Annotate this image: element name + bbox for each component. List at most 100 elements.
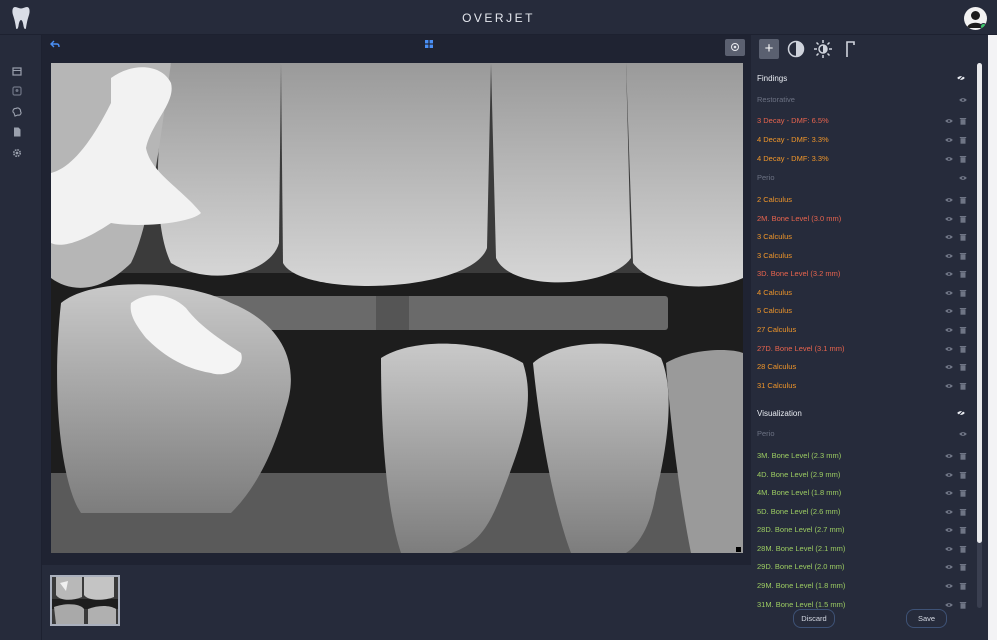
eye-icon[interactable] xyxy=(945,471,953,479)
app-title: OVERJET xyxy=(462,11,535,25)
eye-icon[interactable] xyxy=(945,345,953,353)
trash-icon[interactable] xyxy=(959,545,967,553)
eye-icon[interactable] xyxy=(945,508,953,516)
eye-icon[interactable] xyxy=(945,526,953,534)
trash-icon[interactable] xyxy=(959,270,967,278)
finding-row[interactable]: 4M. Bone Level (1.8 mm) xyxy=(757,488,967,500)
target-button[interactable] xyxy=(725,39,745,56)
finding-row[interactable]: 4 Calculus xyxy=(757,288,967,300)
finding-label: 29M. Bone Level (1.8 mm) xyxy=(757,581,846,590)
finding-row[interactable]: 28 Calculus xyxy=(757,362,967,374)
trash-icon[interactable] xyxy=(959,307,967,315)
findings-section-header: Findings xyxy=(757,74,965,83)
eye-icon[interactable] xyxy=(945,215,953,223)
finding-row[interactable]: 5 Calculus xyxy=(757,306,967,318)
eye-icon[interactable] xyxy=(945,289,953,297)
save-button[interactable]: Save xyxy=(906,609,947,628)
trash-icon[interactable] xyxy=(959,136,967,144)
trash-icon[interactable] xyxy=(959,326,967,334)
trash-icon[interactable] xyxy=(959,289,967,297)
finding-row[interactable]: 3 Calculus xyxy=(757,232,967,244)
finding-row[interactable]: 28D. Bone Level (2.7 mm) xyxy=(757,525,967,537)
finding-label: 29D. Bone Level (2.0 mm) xyxy=(757,562,845,571)
finding-row[interactable]: 4D. Bone Level (2.9 mm) xyxy=(757,470,967,482)
finding-row[interactable]: 3M. Bone Level (2.3 mm) xyxy=(757,451,967,463)
finding-label: 4D. Bone Level (2.9 mm) xyxy=(757,470,841,479)
eye-icon[interactable] xyxy=(945,136,953,144)
trash-icon[interactable] xyxy=(959,563,967,571)
eye-icon[interactable] xyxy=(959,174,967,182)
finding-row[interactable]: 2M. Bone Level (3.0 mm) xyxy=(757,214,967,226)
finding-row[interactable]: 3 Decay - DMF: 6.5% xyxy=(757,116,967,128)
trash-icon[interactable] xyxy=(959,233,967,241)
trash-icon[interactable] xyxy=(959,363,967,371)
finding-row[interactable]: 3D. Bone Level (3.2 mm) xyxy=(757,269,967,281)
patients-icon[interactable] xyxy=(12,86,22,96)
brain-icon[interactable] xyxy=(12,107,22,117)
trash-icon[interactable] xyxy=(959,601,967,609)
trash-icon[interactable] xyxy=(959,526,967,534)
finding-row[interactable]: 4 Decay - DMF: 3.3% xyxy=(757,154,967,166)
trash-icon[interactable] xyxy=(959,196,967,204)
eye-icon[interactable] xyxy=(945,452,953,460)
eye-icon[interactable] xyxy=(945,307,953,315)
scrollbar-thumb[interactable] xyxy=(977,63,982,543)
trash-icon[interactable] xyxy=(959,471,967,479)
eye-icon[interactable] xyxy=(959,96,967,104)
trash-icon[interactable] xyxy=(959,382,967,390)
trash-icon[interactable] xyxy=(959,117,967,125)
finding-label: 3 Calculus xyxy=(757,232,793,241)
finding-row[interactable]: 27D. Bone Level (3.1 mm) xyxy=(757,344,967,356)
gamma-icon[interactable] xyxy=(841,39,861,59)
eye-icon[interactable] xyxy=(945,489,953,497)
brightness-icon[interactable] xyxy=(813,39,833,59)
discard-button[interactable]: Discard xyxy=(793,609,835,628)
eye-icon[interactable] xyxy=(957,74,965,84)
finding-row[interactable]: 29M. Bone Level (1.8 mm) xyxy=(757,581,967,593)
eye-icon[interactable] xyxy=(945,382,953,390)
settings-icon[interactable] xyxy=(12,148,22,158)
finding-row[interactable]: 4 Decay - DMF: 3.3% xyxy=(757,135,967,147)
document-icon[interactable] xyxy=(12,127,22,137)
finding-row[interactable]: 27 Calculus xyxy=(757,325,967,337)
eye-icon[interactable] xyxy=(945,326,953,334)
eye-icon[interactable] xyxy=(945,363,953,371)
trash-icon[interactable] xyxy=(959,489,967,497)
xray-image[interactable] xyxy=(51,63,743,553)
finding-row[interactable]: 28M. Bone Level (2.1 mm) xyxy=(757,544,967,556)
trash-icon[interactable] xyxy=(959,508,967,516)
finding-row[interactable]: 3 Calculus xyxy=(757,251,967,263)
finding-label: 3D. Bone Level (3.2 mm) xyxy=(757,269,841,278)
user-avatar-icon[interactable] xyxy=(964,7,987,30)
trash-icon[interactable] xyxy=(959,582,967,590)
eye-icon[interactable] xyxy=(945,155,953,163)
contrast-icon[interactable] xyxy=(786,39,806,59)
xray-thumbnail[interactable] xyxy=(50,575,120,626)
eye-icon[interactable] xyxy=(945,563,953,571)
undo-arrow-icon[interactable] xyxy=(50,40,60,50)
eye-icon[interactable] xyxy=(959,430,967,438)
eye-icon[interactable] xyxy=(957,409,965,419)
finding-row[interactable]: 2 Calculus xyxy=(757,195,967,207)
trash-icon[interactable] xyxy=(959,452,967,460)
group-header-label: Restorative xyxy=(757,95,795,104)
eye-icon[interactable] xyxy=(945,582,953,590)
trash-icon[interactable] xyxy=(959,252,967,260)
panel-scrollbar[interactable] xyxy=(977,63,982,608)
eye-icon[interactable] xyxy=(945,233,953,241)
calendar-icon[interactable] xyxy=(12,66,22,76)
eye-icon[interactable] xyxy=(945,196,953,204)
trash-icon[interactable] xyxy=(959,155,967,163)
eye-icon[interactable] xyxy=(945,545,953,553)
eye-icon[interactable] xyxy=(945,117,953,125)
finding-row[interactable]: 29D. Bone Level (2.0 mm) xyxy=(757,562,967,574)
eye-icon[interactable] xyxy=(945,601,953,609)
eye-icon[interactable] xyxy=(945,252,953,260)
trash-icon[interactable] xyxy=(959,345,967,353)
eye-icon[interactable] xyxy=(945,270,953,278)
grid-view-icon[interactable] xyxy=(425,40,433,48)
add-finding-button[interactable]: + xyxy=(759,39,779,59)
finding-row[interactable]: 5D. Bone Level (2.6 mm) xyxy=(757,507,967,519)
trash-icon[interactable] xyxy=(959,215,967,223)
finding-row[interactable]: 31 Calculus xyxy=(757,381,967,393)
